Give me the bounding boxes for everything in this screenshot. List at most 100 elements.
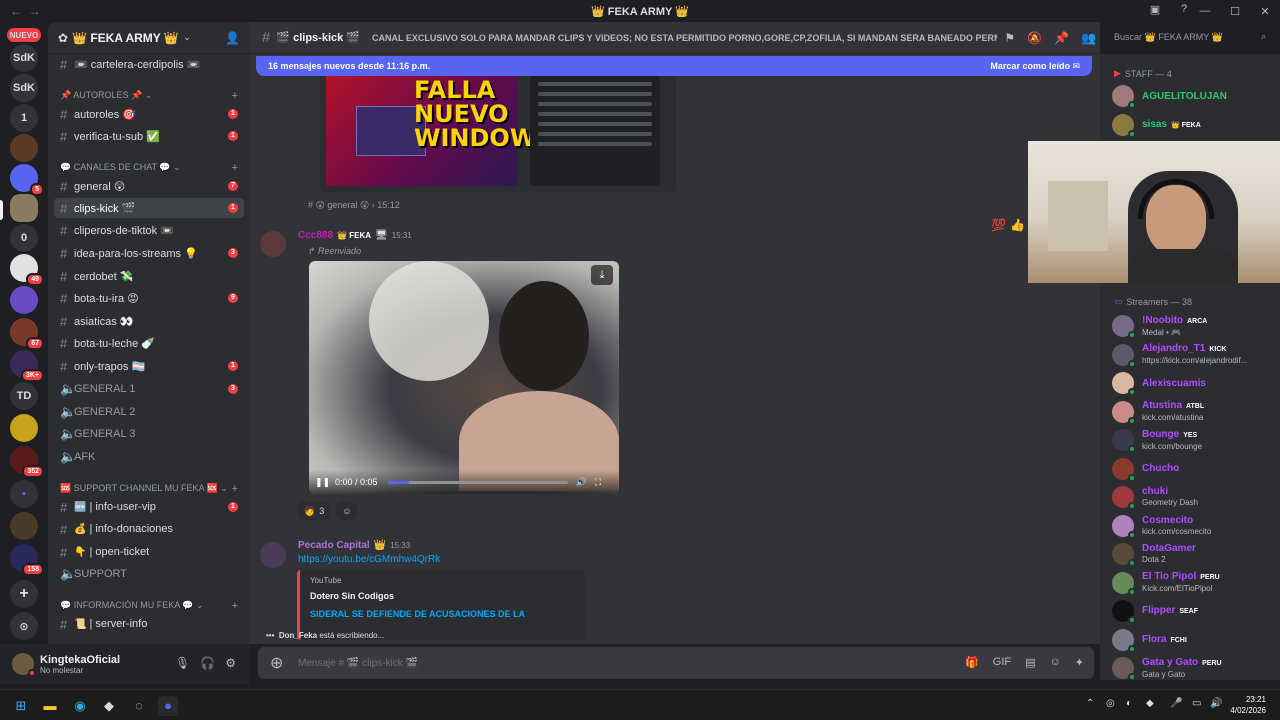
youtube-embed[interactable]: YouTube Dotero Sin Codigos SIDERAL SE DE… <box>297 570 585 640</box>
tray-app-icon[interactable]: ◎ <box>1106 698 1115 709</box>
avatar[interactable] <box>12 653 36 677</box>
discover-icon[interactable]: ⊙ <box>10 612 38 640</box>
video-player[interactable]: ⤓ ❚❚ 0:00 / 0:05 🔊 ⛶ <box>309 261 619 494</box>
forward-source-link[interactable]: # 😲 general 😲 › 15:12 <box>308 200 400 211</box>
server-icon[interactable]: TD <box>10 382 38 410</box>
channel-clips-kick[interactable]: # clips-kick 🎬 1 <box>54 198 244 218</box>
channel-autoroles[interactable]: # autoroles 🎯 1 <box>54 104 244 124</box>
member-item[interactable]: Alexiscuamis <box>1112 369 1276 397</box>
headphones-icon[interactable]: 🎧 <box>200 656 215 670</box>
discord-taskbar-icon[interactable]: ● <box>158 696 178 716</box>
voice-channel-support[interactable]: 🔈 SUPPORT <box>54 564 244 584</box>
apps-icon[interactable]: ✦ <box>1075 656 1084 669</box>
member-item[interactable]: sisas 👑 FEKA <box>1112 111 1276 139</box>
member-item[interactable]: Cosmecito kick.com/cosmecito <box>1112 512 1276 540</box>
channel-idea-para-los-streams[interactable]: # idea-para-los-streams 💡 3 <box>54 243 244 263</box>
add-server-icon[interactable]: + <box>10 580 38 608</box>
channel-general[interactable]: # general 😲 7 <box>54 176 244 196</box>
app-icon[interactable]: ◌ <box>129 696 149 716</box>
category-autoroles[interactable]: 📌 AUTOROLES 📌 ⌄ + <box>60 90 244 102</box>
close-button[interactable]: ✕ <box>1250 5 1280 18</box>
pause-icon[interactable]: ❚❚ <box>315 477 330 488</box>
channel-bota-tu-ira[interactable]: # bota-tu-ira 😡 9 <box>54 288 244 308</box>
channel-server-info[interactable]: # 📜 | server-info <box>54 614 244 634</box>
video-progress-bar[interactable] <box>387 480 568 484</box>
embed-title[interactable]: Dotero Sin Codigos <box>310 591 575 601</box>
member-item[interactable]: Flora FCHI <box>1112 626 1276 654</box>
add-channel-icon[interactable]: + <box>232 162 238 174</box>
network-icon[interactable]: ▭ <box>1192 698 1201 709</box>
reaction-pill[interactable]: 🧑 3 <box>298 502 331 520</box>
folder-icon[interactable]: ▪ <box>10 480 38 508</box>
message-composer[interactable]: ⊕ Mensaje # 🎬 clips-kick 🎬 🎁 GIF ▤ ☺ ✦ <box>258 647 1094 679</box>
server-icon[interactable] <box>10 512 38 540</box>
threads-icon[interactable]: ⚑ <box>1004 31 1015 45</box>
server-icon[interactable]: 158 <box>10 544 44 576</box>
add-channel-icon[interactable]: + <box>232 600 238 612</box>
help-icon[interactable]: ? <box>1177 3 1191 17</box>
new-messages-bar[interactable]: 16 mensajes nuevos desde 11:16 p.m. Marc… <box>256 56 1092 76</box>
category-support[interactable]: 🆘 SUPPORT CHANNEL MU FEKA 🆘 ⌄ + <box>60 483 244 495</box>
category-chat[interactable]: 💬 CANALES DE CHAT 💬 ⌄ + <box>60 162 244 174</box>
server-icon-feka-army[interactable] <box>10 194 38 222</box>
pin-icon[interactable]: 📌 <box>1054 31 1069 45</box>
sticker-icon[interactable]: ▤ <box>1025 656 1035 669</box>
add-reaction-button[interactable]: ☺ <box>336 502 358 520</box>
tray-steam-icon[interactable]: ◆ <box>1146 698 1154 709</box>
channel-asiaticas[interactable]: # asiaticas 👀 <box>54 311 244 331</box>
add-channel-icon[interactable]: + <box>232 90 238 102</box>
forwarded-image-embed[interactable]: FALLA NUEVO WINDOWS <box>320 72 676 192</box>
server-icon[interactable]: SdK <box>10 74 38 102</box>
server-icon[interactable] <box>10 414 38 442</box>
server-icon[interactable]: SdK <box>10 44 38 72</box>
download-icon[interactable]: ⤓ <box>591 265 613 285</box>
channel-cliperos-de-tiktok[interactable]: # cliperos-de-tiktok 📼 <box>54 220 244 240</box>
member-item[interactable]: Flipper SEAF <box>1112 597 1276 625</box>
member-item[interactable]: AGUELITOLUJAN <box>1112 82 1276 110</box>
mark-as-read-button[interactable]: Marcar como leído ✉ <box>990 61 1080 72</box>
message-author[interactable]: Pecado Capital <box>298 540 370 551</box>
steam-icon[interactable]: ◆ <box>99 696 119 716</box>
member-item[interactable]: Chucho <box>1112 455 1276 483</box>
search-input[interactable]: Buscar 👑 FEKA ARMY 👑 ⌕ <box>1108 27 1272 49</box>
server-icon[interactable]: 0 <box>10 224 38 252</box>
youtube-link[interactable]: https://youtu.be/cGMmhw4QrRk <box>298 554 440 565</box>
voice-channel-general-3[interactable]: 🔈 GENERAL 3 <box>54 424 244 444</box>
volume-icon[interactable]: 🔊 <box>576 477 587 488</box>
tray-microphone-icon[interactable]: 🎤 <box>1170 698 1182 709</box>
voice-channel-general-2[interactable]: 🔈 GENERAL 2 <box>54 402 244 422</box>
windows-start-icon[interactable]: ⊞ <box>11 696 31 716</box>
nuevo-badge[interactable]: NUEVO <box>7 28 41 42</box>
gift-icon[interactable]: 🎁 <box>965 656 979 669</box>
member-item[interactable]: Bounge YES kick.com/bounge <box>1112 426 1276 454</box>
reaction-quick-icon[interactable]: 💯 <box>991 218 1006 232</box>
add-channel-icon[interactable]: + <box>232 483 238 495</box>
embed-description[interactable]: SIDERAL SE DEFIENDE DE ACUSACIONES DE LA <box>310 609 575 619</box>
server-header[interactable]: ✿ 👑 FEKA ARMY 👑 ⌄ 👤 <box>48 22 250 54</box>
server-icon[interactable]: 49 <box>10 254 44 286</box>
channel-info-donaciones[interactable]: # 💰 | info-donaciones <box>54 519 244 539</box>
system-clock[interactable]: 23:21 4/02/2026 <box>1230 694 1266 716</box>
username[interactable]: KingtekaOficial <box>40 654 120 666</box>
invite-people-icon[interactable]: 👤 <box>225 31 240 45</box>
tray-app-icon[interactable]: ◐ <box>1126 698 1132 709</box>
member-item[interactable]: Gata y Gato PERU Gata y Gato <box>1112 654 1276 680</box>
tray-expand-icon[interactable]: ⌃ <box>1086 698 1094 709</box>
emoji-icon[interactable]: ☺ <box>1050 656 1061 669</box>
minimize-button[interactable]: — <box>1190 5 1220 17</box>
server-icon[interactable]: 3K+ <box>10 350 44 382</box>
avatar[interactable] <box>260 542 286 568</box>
channel-cerdobet[interactable]: # cerdobet 💸 <box>54 266 244 286</box>
fullscreen-icon[interactable]: ⛶ <box>595 477 601 488</box>
member-item[interactable]: chuki Geometry Dash <box>1112 483 1276 511</box>
voice-channel-general-1[interactable]: 🔈 GENERAL 1 3 <box>54 379 244 399</box>
member-item[interactable]: El Tio Pipol PERU Kick.com/ElTioPipol <box>1112 569 1276 597</box>
member-item[interactable]: Alejandro_T1 KICK https://kick.com/alejand… <box>1112 341 1276 369</box>
message-author[interactable]: Ccc888 <box>298 230 333 241</box>
server-icon[interactable] <box>10 286 38 314</box>
category-info[interactable]: 💬 INFORMACIÓN MU FEKA 💬 ⌄ + <box>60 600 244 612</box>
server-icon[interactable] <box>10 134 38 162</box>
file-explorer-icon[interactable]: ▬ <box>40 696 60 716</box>
voice-channel-afk[interactable]: 🔈 AFK <box>54 447 244 467</box>
server-icon[interactable]: 1 <box>10 104 38 132</box>
